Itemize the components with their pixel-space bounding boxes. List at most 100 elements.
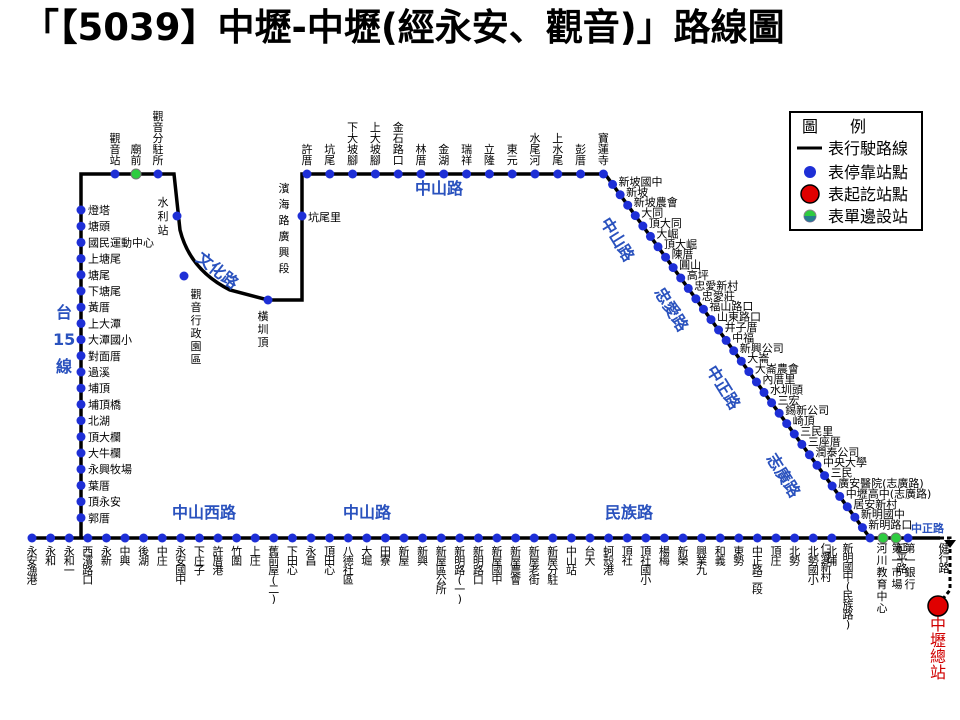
stop-label-bottom-32: 頂社 [622, 545, 633, 568]
stop-label-bottom-7: 中庄 [157, 545, 168, 568]
stop-bottom-6 [139, 533, 149, 543]
stop-top-2 [348, 169, 358, 179]
stop-diag-5 [645, 231, 655, 241]
stop-top-7 [462, 169, 472, 179]
stop-diag-14 [714, 325, 724, 335]
stop-diag-27 [812, 460, 822, 470]
stop-label-bottom-17: 八德社區 [343, 545, 354, 587]
stop-label-top-1: 坑尾 [324, 142, 335, 167]
stop-bottom-40 [771, 533, 781, 543]
stop-left-2 [76, 237, 86, 247]
road-label-jianxing-chars: 健行路 [939, 542, 950, 575]
stop-diag-22 [774, 408, 784, 418]
stop-label-bottom-21: 新興 [417, 544, 428, 568]
stop-left-3 [76, 254, 86, 264]
stop-top-1 [325, 169, 335, 179]
stop-label-left-15: 大牛欄 [88, 446, 121, 460]
stop-diag-21 [767, 398, 777, 408]
stop-top-10 [530, 169, 540, 179]
stop-label-left-9: 對面厝 [88, 349, 121, 363]
stop-diag-10 [683, 283, 693, 293]
road-label-binhai-chars: 濱海路廣興段 [279, 181, 290, 275]
stop-label-top-left-1: 廟前 [131, 142, 142, 167]
stop-label-bottom-0: 永安漁港 [27, 544, 38, 587]
stop-diag-18 [744, 367, 754, 377]
stop-diag-32 [850, 512, 860, 522]
stop-label-guanyin-district: 觀音行政園區 [191, 288, 202, 366]
stop-label-bottom-40: 頂庄 [771, 545, 782, 568]
stop-diag-9 [676, 273, 686, 283]
stop-label-left-5: 下塘尾 [88, 284, 121, 298]
road-label-tai15-c: 線 [56, 357, 72, 376]
stop-diag-1 [615, 190, 625, 200]
stop-guanyin-district [179, 271, 189, 281]
stop-label-hengzhen: 橫圳頂 [258, 309, 269, 349]
stop-label-bottom-34: 楊梅 [659, 544, 670, 568]
road-label-zhongshanxi: 中山西路 [172, 503, 237, 522]
stop-bottom-29 [566, 533, 576, 543]
stop-label-diag-33: 新明路口 [868, 518, 912, 532]
stop-bottom-7 [157, 533, 167, 543]
stop-label-shuili: 水利站 [158, 196, 169, 237]
stop-top-4 [393, 169, 403, 179]
stop-bottom-5 [120, 533, 130, 543]
stop-diag-15 [721, 335, 731, 345]
stop-label-left-6: 黃厝 [88, 301, 110, 314]
stop-label-bottom-36: 興業九 [696, 545, 707, 577]
legend-title: 圖 例 [802, 117, 866, 136]
stop-diag-3 [630, 211, 640, 221]
blue-dot-icon [804, 166, 816, 178]
legend-label-route: 表行駛路線 [828, 139, 908, 158]
stop-diag-13 [706, 315, 716, 325]
stop-label-bottom-39: 中正路二段 [752, 545, 763, 596]
stop-diag-25 [797, 439, 807, 449]
stop-bottom-33 [641, 533, 651, 543]
stop-label-bottom-9: 下庄子 [194, 545, 205, 577]
stop-label-bottom-10: 許厝港 [213, 545, 224, 577]
stop-bottom-25 [492, 533, 502, 543]
stop-diag-24 [789, 429, 799, 439]
road-label-zhongzheng-diag: 中正路 [703, 362, 745, 414]
stop-bottom-20 [399, 533, 409, 543]
stop-bottom-41 [790, 533, 800, 543]
stop-label-top-left-2: 觀音分駐所 [153, 110, 164, 167]
stop-label-bottom-35: 新榮 [678, 544, 689, 568]
stop-label-bottom-37: 和義 [715, 545, 726, 568]
road-label-minzu: 民族路 [605, 503, 654, 522]
stop-bottom-14 [287, 533, 297, 543]
stop-diag-28 [820, 471, 830, 481]
stop-label-bottom-right-1: 新明國中(民族路) [843, 541, 854, 631]
road-label-zhiguang: 志廣路 [763, 450, 805, 502]
stop-bottom-1 [46, 533, 56, 543]
stop-label-bottom-14: 下田心 [287, 545, 298, 577]
stop-left-10 [76, 367, 86, 377]
terminal-stop [927, 595, 949, 617]
stop-diag-30 [835, 491, 845, 501]
stop-label-top-left-0: 觀音站 [110, 132, 121, 167]
stop-label-left-7: 上大潭 [88, 316, 121, 330]
legend-label-stop: 表停靠站點 [828, 163, 908, 182]
stop-bottom-35 [678, 533, 688, 543]
stop-bottom-3 [83, 533, 93, 543]
stop-diag-8 [668, 263, 678, 273]
stop-label-bottom-3: 西濱路口 [82, 545, 93, 587]
stop-label-left-13: 北湖 [88, 415, 110, 428]
stop-label-left-19: 郭厝 [88, 512, 110, 525]
stop-left-16 [76, 464, 86, 474]
terminal-label-chars: 中壢總站 [930, 615, 946, 682]
stop-left-5 [76, 286, 86, 296]
stop-left-6 [76, 302, 86, 312]
stop-label-top-10: 水尾河 [530, 132, 541, 167]
road-label-tai15-b: 15 [53, 330, 75, 349]
stop-label-bottom-22: 新屋區公所 [436, 544, 447, 596]
stop-left-13 [76, 416, 86, 426]
stop-bottom-26 [511, 533, 521, 543]
stop-label-bottom-15: 永昌 [306, 544, 317, 568]
stop-bottom-11 [232, 533, 242, 543]
stop-diag-29 [827, 481, 837, 491]
stop-label-bottom-41: 北勢 [789, 545, 800, 568]
stop-bottom-37 [715, 533, 725, 543]
stop-label-top-4: 金石路口 [393, 120, 404, 167]
stop-label-top-8: 立隆 [484, 142, 495, 167]
stop-top-0 [302, 169, 312, 179]
